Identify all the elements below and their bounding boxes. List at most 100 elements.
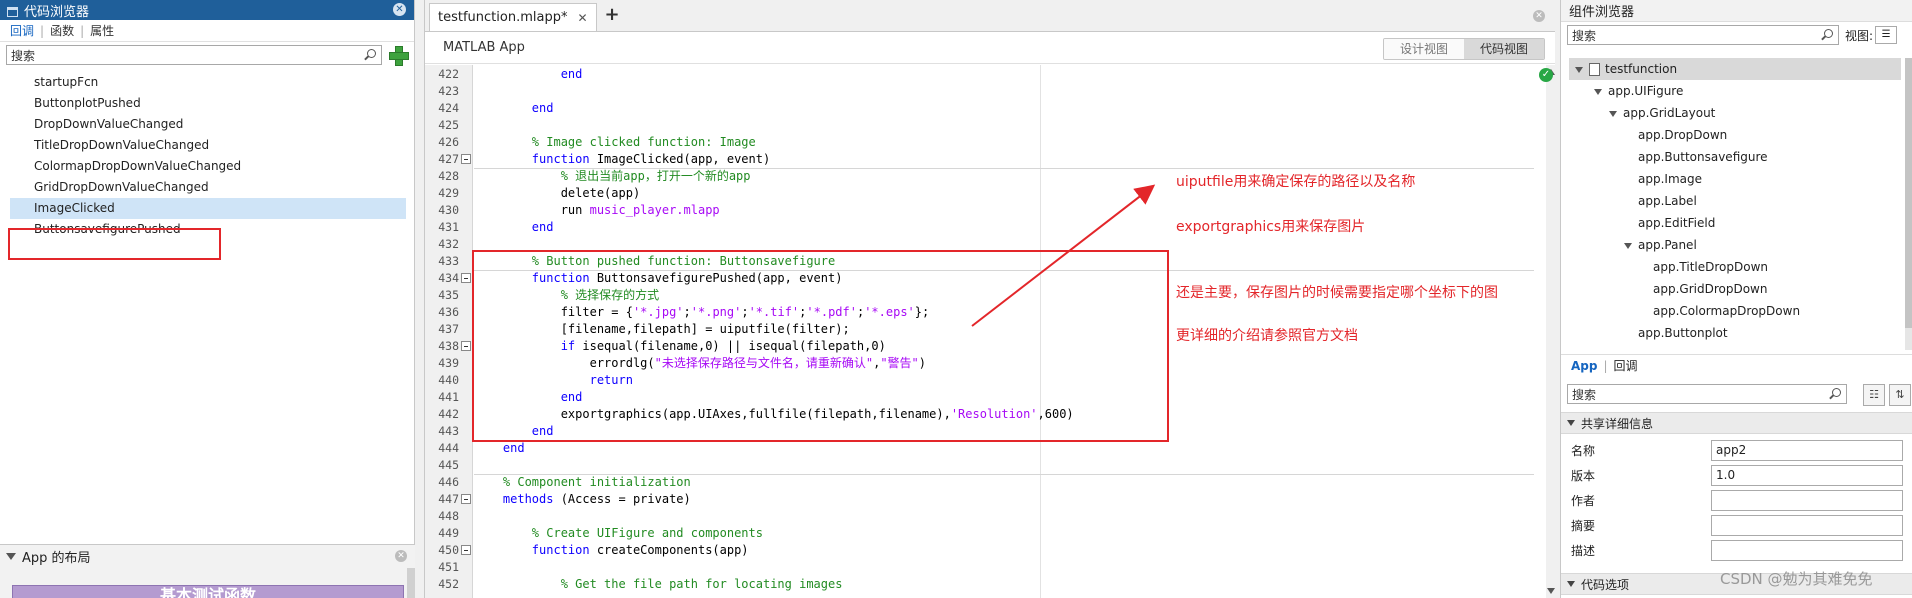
tree-item[interactable]: app.TitleDropDown <box>1653 256 1768 278</box>
property-label: 描述 <box>1571 544 1596 558</box>
collapse-icon[interactable] <box>1567 581 1575 587</box>
close-icon[interactable]: ✕ <box>393 3 406 16</box>
collapse-icon[interactable] <box>1567 420 1575 426</box>
editor-scrollbar[interactable] <box>1546 65 1556 598</box>
close-icon[interactable]: ✕ <box>395 550 407 562</box>
code-line[interactable]: 422 end <box>425 66 1535 83</box>
tree-item-label: app.DropDown <box>1638 128 1728 142</box>
tab-callbacks[interactable]: 回调 <box>1608 357 1644 374</box>
fold-toggle-icon[interactable] <box>461 273 471 283</box>
tab-app[interactable]: App <box>1565 359 1603 373</box>
section-share-details[interactable]: 共享详细信息 <box>1561 412 1912 434</box>
tree-scrollbar[interactable] <box>1905 58 1912 350</box>
collapse-icon[interactable] <box>6 552 16 560</box>
view-select[interactable]: ☰ <box>1875 26 1898 44</box>
tree-item-label: app.GridLayout <box>1623 106 1716 120</box>
tab-functions[interactable]: 函数 <box>44 22 80 39</box>
tree-item[interactable]: app.Panel <box>1624 234 1697 256</box>
code-line[interactable]: 426 % Image clicked function: Image <box>425 134 1535 151</box>
close-icon[interactable]: ✕ <box>1533 10 1545 22</box>
code-line[interactable]: 427 function ImageClicked(app, event) <box>425 151 1535 168</box>
fold-toggle-icon[interactable] <box>461 494 471 504</box>
tree-item-label: app.TitleDropDown <box>1653 260 1768 274</box>
annotation-exportgraphics: exportgraphics用来保存图片 <box>1176 219 1366 235</box>
tree-item[interactable]: app.ColormapDropDown <box>1653 300 1800 322</box>
tab-properties[interactable]: 属性 <box>84 22 120 39</box>
sort-view-icon[interactable]: ⇅ <box>1889 384 1911 406</box>
callback-item[interactable]: ColormapDropDownValueChanged <box>10 156 406 177</box>
add-callback-icon[interactable] <box>388 45 409 66</box>
code-line[interactable]: 452 % Get the file path for locating ima… <box>425 576 1535 593</box>
code-line[interactable]: 445 <box>425 457 1535 474</box>
callback-item[interactable]: DropDownValueChanged <box>10 114 406 135</box>
property-input[interactable] <box>1711 490 1903 511</box>
code-line[interactable]: 431 end <box>425 219 1535 236</box>
callback-item[interactable]: ImageClicked <box>10 198 406 219</box>
code-line[interactable]: 446 % Component initialization <box>425 474 1535 491</box>
callback-item[interactable]: ButtonplotPushed <box>10 93 406 114</box>
expand-toggle-icon[interactable] <box>1609 110 1617 117</box>
property-input[interactable] <box>1711 540 1903 561</box>
tab-callbacks[interactable]: 回调 <box>4 22 40 39</box>
app-layout-header[interactable]: App 的布局 ✕ <box>0 545 415 567</box>
expand-toggle-icon[interactable] <box>1575 66 1583 73</box>
code-line[interactable]: 451 <box>425 559 1535 576</box>
fold-toggle-icon[interactable] <box>461 545 471 555</box>
property-row: 名称 app2 <box>1561 438 1912 463</box>
tree-root-item[interactable]: testfunction <box>1569 58 1901 80</box>
scrollbar[interactable] <box>407 568 415 598</box>
expand-toggle-icon[interactable] <box>1594 88 1602 95</box>
property-input[interactable]: 1.0 <box>1711 465 1903 486</box>
property-input[interactable] <box>1711 515 1903 536</box>
design-view-button[interactable]: 设计视图 <box>1383 39 1464 59</box>
tree-item[interactable]: app.Buttonplot <box>1638 322 1728 344</box>
code-line[interactable]: 424 end <box>425 100 1535 117</box>
code-line[interactable]: 423 <box>425 83 1535 100</box>
callback-search-input[interactable]: 搜索 <box>6 45 382 65</box>
tree-item[interactable]: app.Image <box>1638 168 1702 190</box>
tree-item[interactable]: app.GridDropDown <box>1653 278 1767 300</box>
document-tab[interactable]: testfunction.mlapp* ✕ <box>429 3 597 31</box>
component-browser-title: 组件浏览器 <box>1561 0 1912 22</box>
tree-item[interactable]: app.Label <box>1638 190 1697 212</box>
fold-toggle-icon[interactable] <box>461 341 471 351</box>
property-input[interactable]: app2 <box>1711 440 1903 461</box>
line-number: 439 <box>438 356 459 370</box>
code-text: % 退出当前app，打开一个新的app <box>474 169 751 183</box>
code-text: % Image clicked function: Image <box>474 135 756 149</box>
line-number: 446 <box>438 475 459 489</box>
search-icon[interactable] <box>1829 388 1841 400</box>
tree-item[interactable]: app.EditField <box>1638 212 1715 234</box>
tree-item[interactable]: app.UIFigure <box>1594 80 1683 102</box>
code-line[interactable]: 425 <box>425 117 1535 134</box>
code-view-button[interactable]: 代码视图 <box>1463 39 1544 59</box>
tree-item[interactable]: app.DropDown <box>1638 124 1727 146</box>
view-label: 视图: <box>1845 28 1874 43</box>
group-view-icon[interactable]: ☷ <box>1863 384 1885 406</box>
callback-item[interactable]: startupFcn <box>10 72 406 93</box>
fold-toggle-icon[interactable] <box>461 154 471 164</box>
callback-item[interactable]: TitleDropDownValueChanged <box>10 135 406 156</box>
code-line[interactable]: 450 function createComponents(app) <box>425 542 1535 559</box>
inspector-search: 搜索 <box>1567 384 1847 404</box>
code-line[interactable]: 444 end <box>425 440 1535 457</box>
code-line[interactable]: 448 <box>425 508 1535 525</box>
code-line[interactable]: 449 % Create UIFigure and components <box>425 525 1535 542</box>
code-line[interactable]: 430 run music_player.mlapp <box>425 202 1535 219</box>
tree-item[interactable]: app.Buttonsavefigure <box>1638 146 1768 168</box>
callback-item[interactable]: GridDropDownValueChanged <box>10 177 406 198</box>
tree-item[interactable]: app.GridLayout <box>1609 102 1715 124</box>
close-tab-icon[interactable]: ✕ <box>577 11 587 25</box>
expand-toggle-icon[interactable] <box>1624 242 1632 249</box>
property-row: 版本 1.0 <box>1561 463 1912 488</box>
search-icon[interactable] <box>364 49 376 61</box>
code-text: end <box>474 441 525 455</box>
component-search-input[interactable]: 搜索 <box>1567 25 1839 45</box>
inspector-search-input[interactable]: 搜索 <box>1567 384 1847 404</box>
tree-item[interactable]: app.UIAxes <box>1638 344 1705 350</box>
scroll-down-icon[interactable] <box>1547 588 1555 594</box>
tree-item-label: app.Image <box>1638 172 1702 186</box>
code-line[interactable]: 447 methods (Access = private) <box>425 491 1535 508</box>
search-icon[interactable] <box>1821 29 1833 41</box>
new-tab-icon[interactable]: + <box>605 4 620 25</box>
